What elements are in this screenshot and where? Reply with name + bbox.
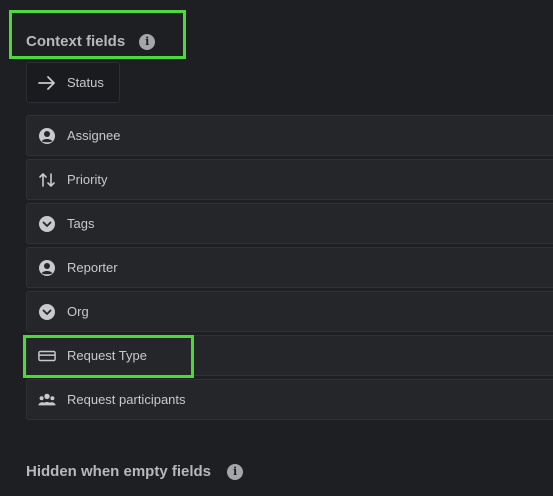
field-row-label: Request Type xyxy=(67,348,147,363)
field-row-label: Tags xyxy=(67,216,95,231)
context-fields-heading: Context fields i xyxy=(26,33,156,50)
field-row-request-participants[interactable]: Request participants xyxy=(26,379,553,420)
info-icon[interactable]: i xyxy=(139,33,156,50)
field-row-reporter[interactable]: Reporter xyxy=(26,247,553,288)
field-row-priority[interactable]: Priority xyxy=(26,159,553,200)
info-icon[interactable]: i xyxy=(227,463,244,480)
arrow-right-icon xyxy=(38,75,55,90)
field-row-label: Assignee xyxy=(67,128,121,143)
context-fields-panel: Context fields i Status Assignee Priorit… xyxy=(0,0,553,496)
field-row-org[interactable]: Org xyxy=(26,291,553,332)
field-row-label: Reporter xyxy=(67,260,118,275)
field-list: Assignee Priority Tags Reporter Org Requ… xyxy=(26,115,553,423)
status-field-chip[interactable]: Status xyxy=(26,62,120,103)
field-row-label: Request participants xyxy=(67,392,186,407)
card-icon xyxy=(38,347,56,365)
user-circle-icon xyxy=(38,127,56,145)
hidden-fields-heading: Hidden when empty fields i xyxy=(26,463,244,480)
sort-arrows-icon xyxy=(38,171,56,189)
chevron-circle-icon xyxy=(38,303,56,321)
chevron-circle-icon xyxy=(38,215,56,233)
field-row-tags[interactable]: Tags xyxy=(26,203,553,244)
hidden-fields-title: Hidden when empty fields xyxy=(26,463,212,480)
field-row-label: Priority xyxy=(67,172,108,187)
context-fields-title: Context fields xyxy=(26,33,126,50)
people-icon xyxy=(38,391,56,409)
field-row-assignee[interactable]: Assignee xyxy=(26,115,553,156)
status-field-label: Status xyxy=(67,75,104,90)
field-row-request-type[interactable]: Request Type xyxy=(26,335,553,376)
user-circle-icon xyxy=(38,259,56,277)
field-row-label: Org xyxy=(67,304,89,319)
